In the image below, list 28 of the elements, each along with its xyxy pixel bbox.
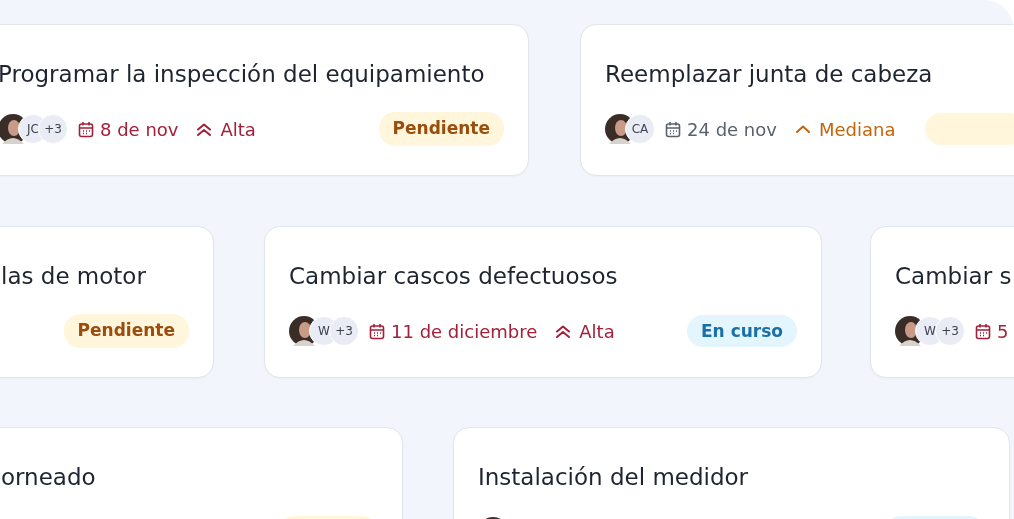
- priority-label: Mediana: [818, 117, 896, 142]
- task-title: Instalación del medidor: [478, 463, 750, 492]
- task-title: Cambiar s: [895, 262, 1013, 291]
- status-badge: En curso: [687, 315, 797, 347]
- more-assignees-count: +3: [935, 316, 965, 346]
- due-date: 8 de nov: [100, 117, 179, 142]
- due-date: 5: [997, 319, 1009, 344]
- task-title: las de motor: [1, 262, 147, 291]
- double-chevron-up-icon: [196, 121, 213, 137]
- status-badge: Pendiente: [378, 112, 504, 146]
- task-title: orneado: [1, 463, 97, 492]
- calendar-icon: [369, 322, 385, 340]
- more-assignees-count: +3: [38, 114, 68, 144]
- avatar-initials: CA: [625, 114, 655, 144]
- task-title: Cambiar cascos defectuosos: [289, 262, 619, 291]
- double-chevron-up-icon: [555, 323, 572, 339]
- priority-label: Alta: [220, 117, 256, 142]
- due-date: 24 de nov: [687, 117, 777, 142]
- due-date: 11 de diciembre: [391, 319, 538, 344]
- chevron-up-icon: [794, 124, 811, 134]
- more-assignees-count: +3: [329, 316, 359, 346]
- task-title: Programar la inspección del equipamiento: [0, 60, 486, 89]
- calendar-icon: [78, 120, 94, 138]
- status-badge: Pendiente: [63, 314, 189, 348]
- task-title: Reemplazar junta de cabeza: [605, 60, 934, 89]
- calendar-icon: [975, 322, 991, 340]
- priority-label: Alta: [579, 319, 615, 344]
- calendar-icon: [665, 120, 681, 138]
